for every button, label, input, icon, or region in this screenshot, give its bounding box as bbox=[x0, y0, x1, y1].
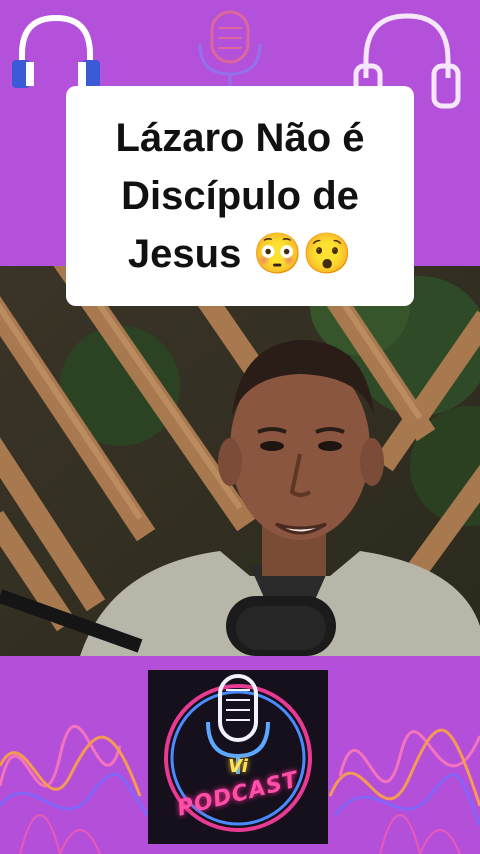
podcast-logo: Vi PODCAST bbox=[148, 670, 328, 844]
headline: Lázaro Não é Discípulo de Jesus 😳😯 bbox=[116, 109, 365, 283]
headphones-icon bbox=[12, 14, 100, 88]
headline-line-1: Lázaro Não é bbox=[115, 116, 365, 160]
title-card: Lázaro Não é Discípulo de Jesus 😳😯 bbox=[66, 86, 414, 306]
video-frame bbox=[0, 266, 480, 656]
headline-line-2: Discípulo de bbox=[121, 174, 359, 218]
video-still bbox=[0, 266, 480, 656]
headline-line-3: Jesus 😳😯 bbox=[127, 232, 353, 276]
microphone-icon bbox=[198, 10, 262, 86]
